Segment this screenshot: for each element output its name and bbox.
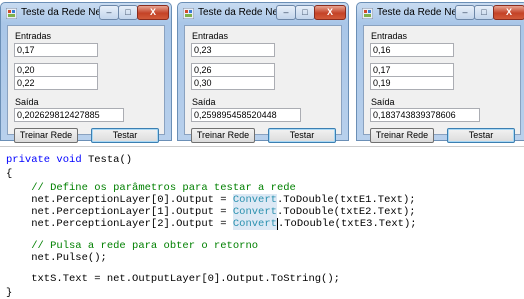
test-button[interactable]: Testar xyxy=(91,128,159,143)
app-icon xyxy=(362,8,373,19)
train-button[interactable]: Treinar Rede xyxy=(191,128,255,143)
maximize-button[interactable]: □ xyxy=(118,5,138,20)
code-comment-pulse: // Pulsa a rede para obter o retorno xyxy=(6,240,259,252)
code-line-pulse: net.Pulse(); xyxy=(6,252,107,264)
code-todouble-e2: .ToDouble(txtE2.Text); xyxy=(276,206,416,218)
code-line-output: txtS.Text = net.OutputLayer[0].Output.To… xyxy=(6,273,340,285)
test-button[interactable]: Testar xyxy=(447,128,515,143)
keyword-void: void xyxy=(56,154,82,166)
neural-test-window-1: Teste da Rede Neural – □ X Entradas Saíd… xyxy=(0,2,172,143)
entradas-label: Entradas xyxy=(192,31,229,41)
code-comment-define-params: // Define os parâmetros para testar a re… xyxy=(6,182,296,194)
minimize-button[interactable]: – xyxy=(276,5,296,20)
minimize-button[interactable]: – xyxy=(455,5,475,20)
neural-test-window-2: Teste da Rede Neural – □ X Entradas Saíd… xyxy=(177,2,349,143)
form-client-area: Entradas Saída Treinar Rede Testar xyxy=(184,25,342,143)
code-line-layer1: net.PerceptionLayer[1].Output = Convert.… xyxy=(6,206,416,218)
train-button[interactable]: Treinar Rede xyxy=(370,128,434,143)
minimize-button[interactable]: – xyxy=(99,5,119,20)
input-e3[interactable] xyxy=(370,76,454,90)
form-client-area: Entradas Saída Treinar Rede Testar xyxy=(7,25,165,143)
input-e3[interactable] xyxy=(191,76,275,90)
title-bar[interactable]: Teste da Rede Neural – □ X xyxy=(1,3,171,25)
code-line-method-signature: private void Testa() xyxy=(6,154,132,166)
input-e2[interactable] xyxy=(191,63,275,77)
type-convert: Convert xyxy=(232,194,277,206)
keyword-private: private xyxy=(6,154,51,166)
output-field[interactable] xyxy=(14,108,124,122)
output-field[interactable] xyxy=(191,108,301,122)
close-button[interactable]: X xyxy=(493,5,524,20)
input-e1[interactable] xyxy=(370,43,454,57)
saida-label: Saída xyxy=(192,97,216,107)
close-button[interactable]: X xyxy=(314,5,346,20)
code-line-close-brace: } xyxy=(6,287,13,299)
code-line-open-brace: { xyxy=(6,168,13,180)
title-bar[interactable]: Teste da Rede Neural – □ X xyxy=(178,3,348,25)
entradas-label: Entradas xyxy=(15,31,52,41)
code-assign-layer0: net.PerceptionLayer[0].Output = xyxy=(6,194,233,206)
input-e1[interactable] xyxy=(191,43,275,57)
code-assign-layer1: net.PerceptionLayer[1].Output = xyxy=(6,206,233,218)
title-bar[interactable]: Teste da Rede Neural – □ X xyxy=(357,3,524,25)
test-button[interactable]: Testar xyxy=(268,128,336,143)
neural-test-window-3: Teste da Rede Neural – □ X Entradas Saíd… xyxy=(356,2,524,143)
method-name: Testa() xyxy=(81,154,133,166)
input-e3[interactable] xyxy=(14,76,98,90)
form-client-area: Entradas Saída Treinar Rede Testar xyxy=(363,25,521,143)
code-line-layer0: net.PerceptionLayer[0].Output = Convert.… xyxy=(6,194,416,206)
entradas-label: Entradas xyxy=(371,31,408,41)
type-convert: Convert xyxy=(232,218,277,230)
code-assign-layer2: net.PerceptionLayer[2].Output = xyxy=(6,218,233,230)
input-e1[interactable] xyxy=(14,43,98,57)
maximize-button[interactable]: □ xyxy=(474,5,494,20)
saida-label: Saída xyxy=(371,97,395,107)
input-e2[interactable] xyxy=(14,63,98,77)
input-e2[interactable] xyxy=(370,63,454,77)
maximize-button[interactable]: □ xyxy=(295,5,315,20)
type-convert: Convert xyxy=(232,206,277,218)
code-todouble-e3: .ToDouble(txtE3.Text); xyxy=(277,218,417,230)
output-field[interactable] xyxy=(370,108,480,122)
code-line-layer2: net.PerceptionLayer[2].Output = Convert.… xyxy=(6,218,417,230)
app-icon xyxy=(183,8,194,19)
app-icon xyxy=(6,8,17,19)
close-button[interactable]: X xyxy=(137,5,169,20)
saida-label: Saída xyxy=(15,97,39,107)
code-todouble-e1: .ToDouble(txtE1.Text); xyxy=(276,194,416,206)
code-editor[interactable]: private void Testa() { // Define os parâ… xyxy=(0,146,524,299)
train-button[interactable]: Treinar Rede xyxy=(14,128,78,143)
